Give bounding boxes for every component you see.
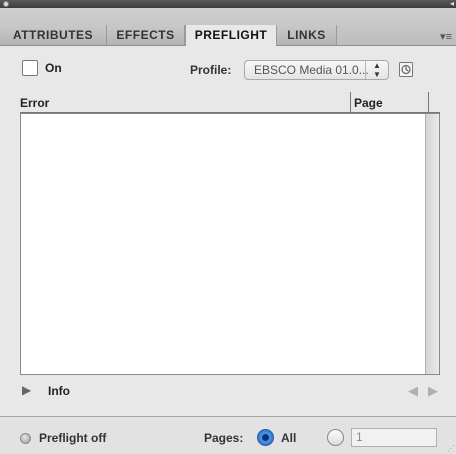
select-arrows-icon: ▲ ▼	[365, 61, 388, 79]
tab-attributes[interactable]: ATTRIBUTES	[0, 25, 107, 45]
table-header: Error Page	[20, 92, 440, 113]
pages-range-radio[interactable]	[327, 429, 344, 446]
tab-links[interactable]: LINKS	[277, 25, 337, 45]
pages-label: Pages:	[204, 431, 244, 445]
profile-value: EBSCO Media 01.0...	[254, 63, 369, 77]
pages-all-radio[interactable]	[257, 429, 274, 446]
on-checkbox[interactable]	[22, 60, 38, 76]
tab-preflight[interactable]: PREFLIGHT	[185, 25, 277, 46]
panel-menu-icon[interactable]: ▾≡	[440, 30, 452, 43]
collapse-arrows-icon[interactable]: ◂	[450, 0, 454, 8]
pages-all-label[interactable]: All	[281, 431, 296, 445]
profile-dropdown[interactable]: EBSCO Media 01.0... ▲ ▼	[244, 60, 389, 80]
disclosure-triangle-icon[interactable]: ▶	[22, 383, 31, 397]
info-label[interactable]: Info	[48, 384, 70, 398]
next-arrow-icon[interactable]: ▶	[428, 383, 438, 399]
tab-effects[interactable]: EFFECTS	[107, 25, 185, 45]
resize-grip-icon[interactable]: ⋰	[447, 444, 455, 453]
panel-titlebar[interactable]: ◂	[0, 0, 456, 8]
error-list[interactable]	[20, 113, 440, 375]
on-label: On	[45, 61, 62, 75]
preflight-status-icon	[20, 433, 31, 444]
column-header-page[interactable]: Page	[354, 96, 383, 110]
column-divider-end	[428, 92, 429, 112]
vertical-scrollbar[interactable]	[425, 114, 439, 374]
profile-definitions-icon[interactable]	[398, 61, 414, 78]
profile-label: Profile:	[190, 63, 232, 77]
info-row: ▶ Info ◀ ▶	[20, 382, 440, 402]
status-bar: Preflight off Pages: All 1 ⋰	[0, 417, 456, 454]
preflight-panel: ◂ ATTRIBUTES EFFECTS PREFLIGHT LINKS ▾≡ …	[0, 0, 456, 454]
close-dot-icon[interactable]	[3, 1, 9, 7]
column-header-error[interactable]: Error	[20, 96, 49, 110]
column-divider[interactable]	[350, 92, 351, 112]
preflight-status-text: Preflight off	[39, 431, 107, 445]
panel-tabbar: ATTRIBUTES EFFECTS PREFLIGHT LINKS ▾≡	[0, 8, 456, 46]
pages-range-input[interactable]: 1	[351, 428, 437, 447]
previous-arrow-icon[interactable]: ◀	[408, 383, 418, 399]
